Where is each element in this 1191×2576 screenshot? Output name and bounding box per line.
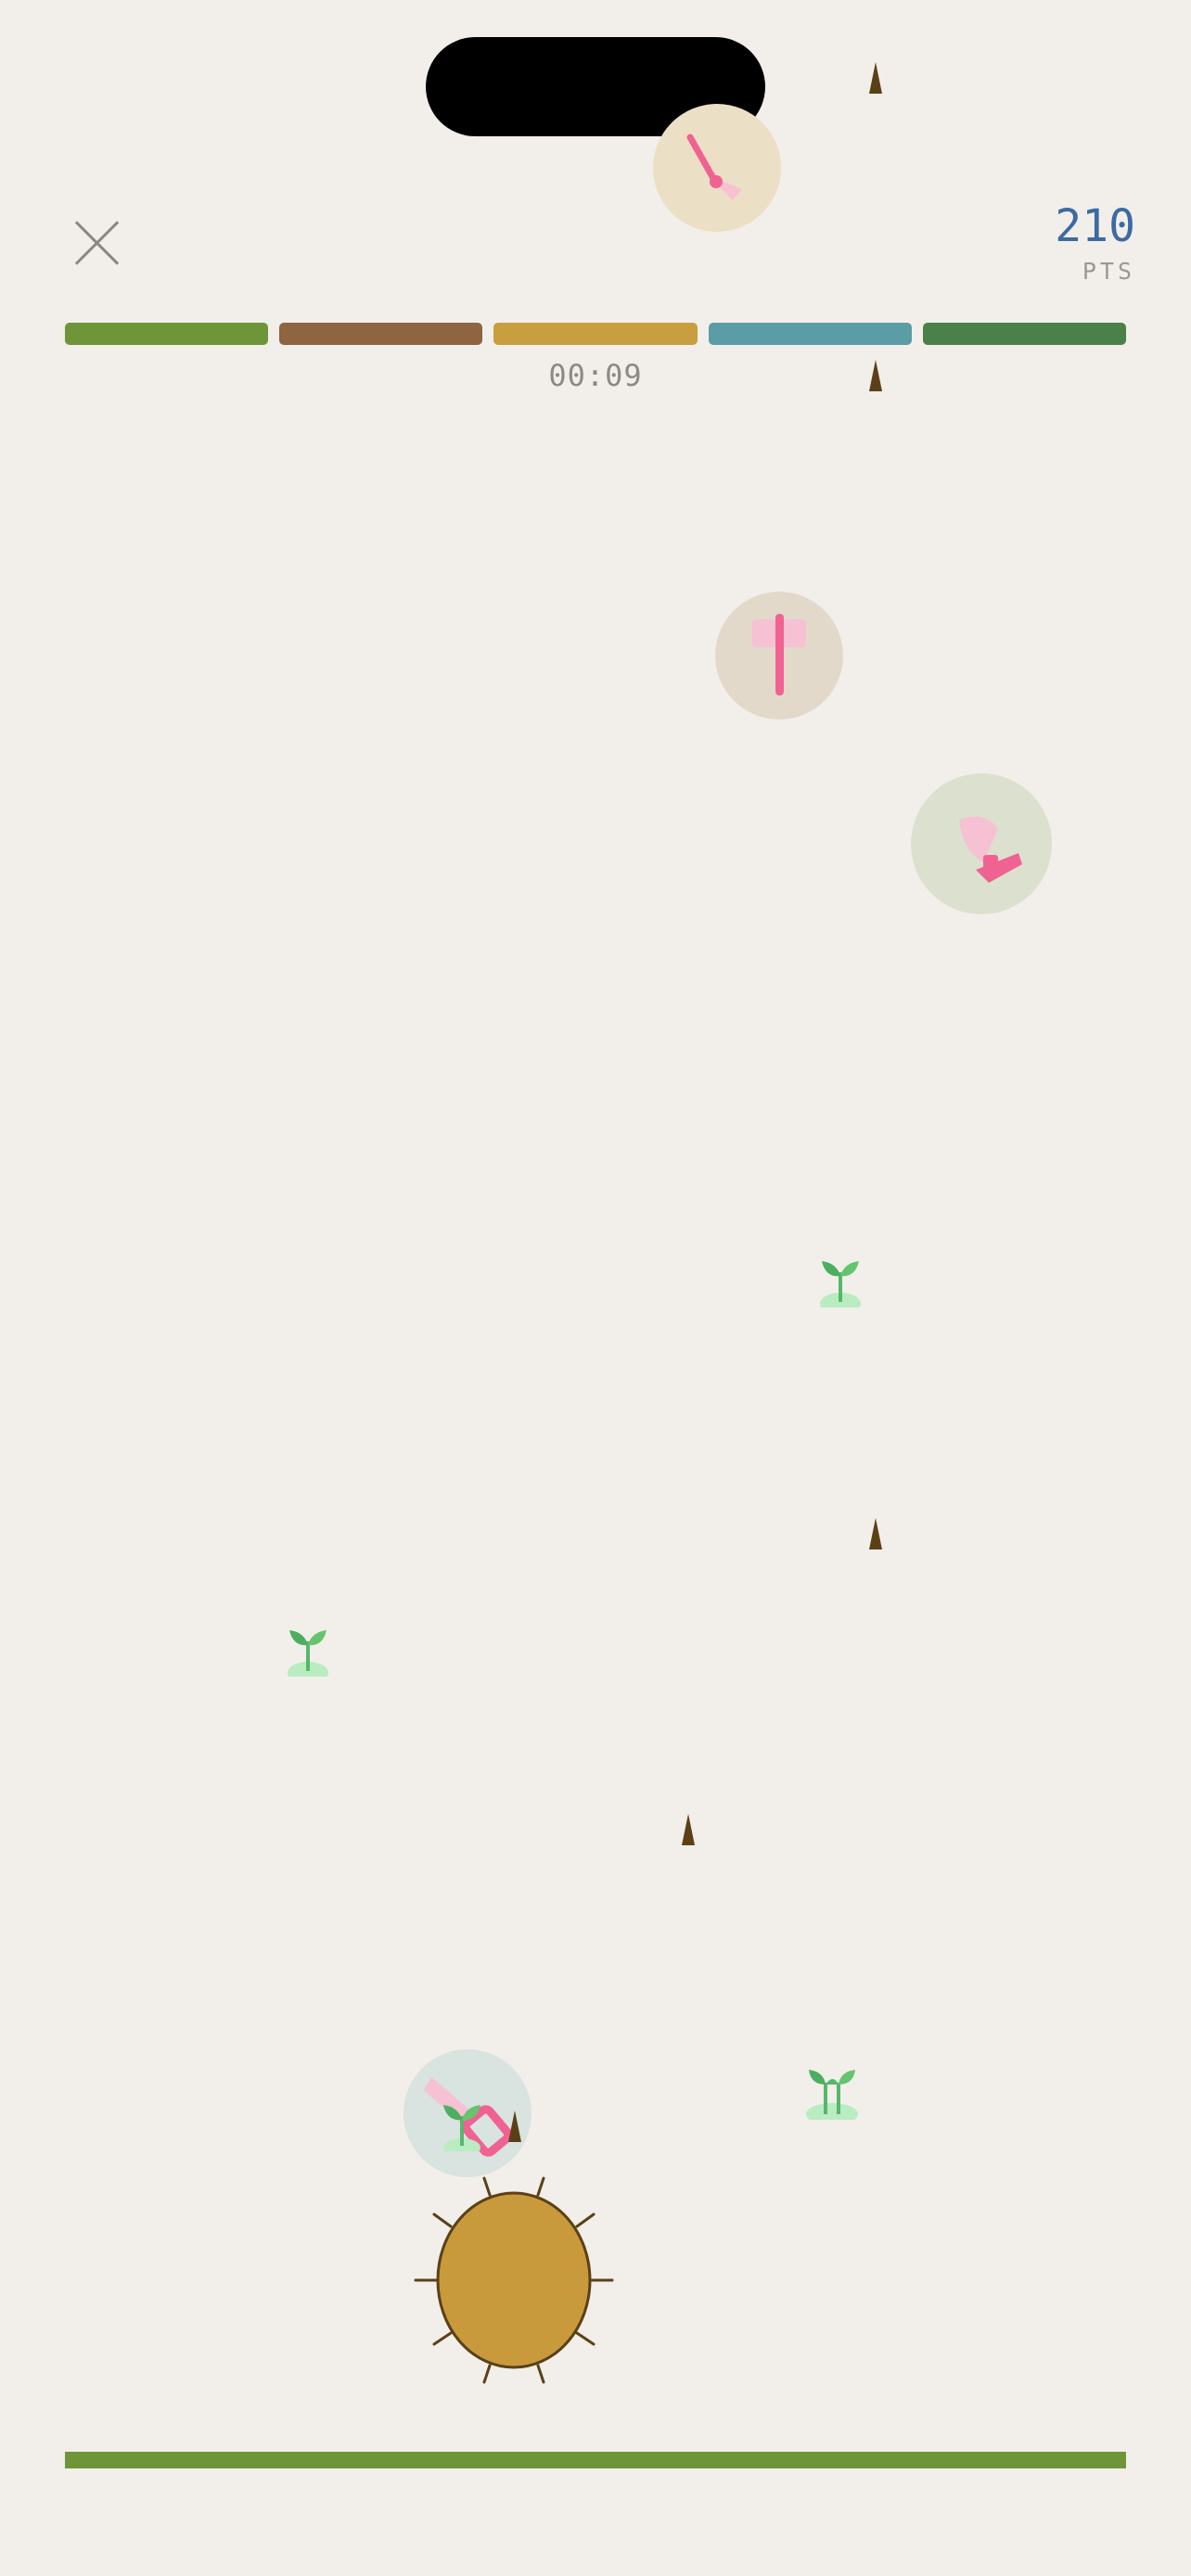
- thorn-icon: [869, 62, 882, 94]
- thorn-icon: [869, 360, 882, 391]
- thorn-icon: [869, 1518, 882, 1549]
- thorn-icon: [682, 1814, 695, 1845]
- score-unit-label: PTS: [1082, 258, 1135, 285]
- level-segment-3: [493, 323, 698, 345]
- pin-tool-bubble[interactable]: [653, 104, 781, 232]
- timer: 00:09: [548, 358, 643, 393]
- spiky-seed-icon[interactable]: [412, 2173, 616, 2391]
- thorn-icon: [508, 2111, 521, 2142]
- score-display: 210 PTS: [1055, 198, 1135, 285]
- axe-tool-icon: [959, 816, 1022, 883]
- sprout-icon[interactable]: [818, 1257, 863, 1307]
- score-value: 210: [1055, 200, 1135, 252]
- pin-tool-icon: [686, 134, 742, 200]
- sprout-icon[interactable]: [440, 2101, 484, 2151]
- level-segment-1: [65, 323, 269, 345]
- hammer-tool-icon: [752, 614, 806, 695]
- hammer-tool-bubble[interactable]: [715, 592, 843, 720]
- level-progress-bar: [65, 323, 1127, 345]
- axe-tool-bubble[interactable]: [911, 773, 1052, 914]
- ground-line: [65, 2452, 1126, 2468]
- level-segment-2: [279, 323, 483, 345]
- sprout-icon[interactable]: [805, 2070, 859, 2120]
- sprout-icon[interactable]: [286, 1626, 330, 1677]
- level-segment-5: [922, 323, 1127, 345]
- close-icon[interactable]: [70, 217, 122, 269]
- level-segment-4: [708, 323, 912, 345]
